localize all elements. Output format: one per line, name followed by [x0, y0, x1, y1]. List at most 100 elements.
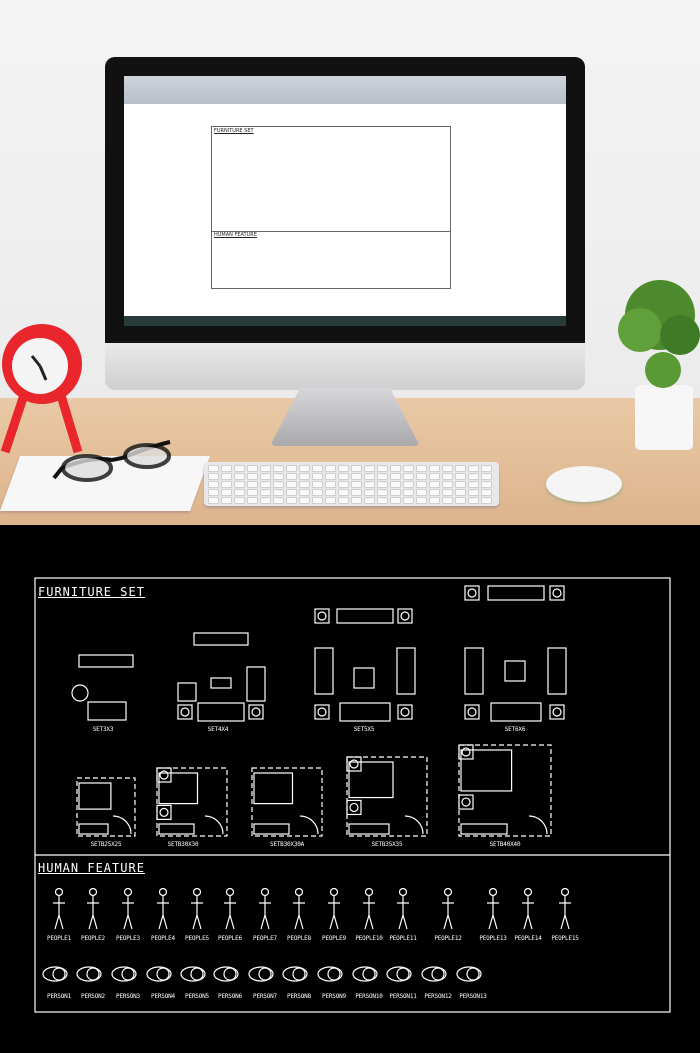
end-table: [177, 704, 193, 720]
key: [416, 497, 427, 504]
key: [286, 473, 297, 480]
sofa: [193, 632, 249, 646]
key: [481, 481, 492, 488]
person-label: PERSON13: [459, 993, 487, 1000]
key: [260, 489, 271, 496]
door-swing: [299, 815, 319, 835]
key: [208, 497, 219, 504]
key: [468, 497, 479, 504]
sofa: [396, 647, 416, 695]
lamp: [552, 707, 562, 717]
sofa: [336, 608, 394, 624]
end-table: [314, 704, 330, 720]
key: [312, 481, 323, 488]
key: [468, 489, 479, 496]
cad-linework: [34, 577, 671, 1013]
person-topview-head: [466, 967, 480, 981]
lamp: [159, 770, 169, 780]
key: [455, 481, 466, 488]
coffee-table: [504, 660, 526, 682]
lamp: [349, 802, 359, 813]
coffee-table: [210, 677, 232, 689]
key: [312, 465, 323, 472]
key: [481, 489, 492, 496]
key: [260, 473, 271, 480]
key: [364, 489, 375, 496]
end-table: [397, 704, 413, 720]
door-swing: [528, 815, 548, 835]
person-topview-head: [223, 967, 237, 981]
key: [273, 481, 284, 488]
key: [390, 497, 401, 504]
human-feature-title: HUMAN FEATURE: [38, 861, 145, 875]
key: [377, 489, 388, 496]
person-standing-figure: [442, 896, 454, 930]
people-label: PEOPLE11: [389, 935, 417, 942]
key: [442, 489, 453, 496]
wardrobe: [253, 823, 290, 835]
person-standing-figure: [87, 896, 99, 930]
key: [364, 481, 375, 488]
key: [351, 473, 362, 480]
key: [429, 489, 440, 496]
key: [429, 481, 440, 488]
living-set-label: SET6X6: [504, 726, 526, 733]
mouse: [546, 466, 622, 502]
key: [260, 497, 271, 504]
key: [377, 473, 388, 480]
person-standing-head: [488, 887, 498, 897]
key: [416, 473, 427, 480]
key: [221, 465, 232, 472]
key: [403, 473, 414, 480]
room-outline: [251, 767, 323, 837]
alarm-clock-icon: [0, 324, 83, 454]
key: [351, 497, 362, 504]
key: [377, 497, 388, 504]
person-topview-head: [431, 967, 445, 981]
person-topview-head: [327, 967, 341, 981]
sofa: [177, 682, 197, 702]
key: [325, 497, 336, 504]
key: [312, 497, 323, 504]
person-standing-figure: [122, 896, 134, 930]
key: [338, 465, 349, 472]
key: [234, 481, 245, 488]
sofa: [197, 702, 245, 722]
key: [260, 465, 271, 472]
person-label: PERSON3: [116, 993, 140, 1000]
person-standing-figure: [522, 896, 534, 930]
person-label: PERSON2: [81, 993, 105, 1000]
room-outline: [76, 777, 136, 837]
monitor-stand: [270, 388, 420, 446]
key: [286, 481, 297, 488]
end-table: [549, 704, 565, 720]
key: [442, 497, 453, 504]
key: [364, 497, 375, 504]
person-label: PERSON8: [287, 993, 311, 1000]
key: [364, 465, 375, 472]
key: [312, 489, 323, 496]
key: [247, 481, 258, 488]
lamp: [400, 707, 410, 717]
armchair: [71, 684, 89, 702]
key: [325, 489, 336, 496]
people-label: PEOPLE15: [551, 935, 579, 942]
key: [299, 473, 310, 480]
key: [481, 497, 492, 504]
key: [455, 473, 466, 480]
keyboard: [204, 462, 499, 506]
key: [325, 481, 336, 488]
key: [351, 481, 362, 488]
key: [468, 465, 479, 472]
key: [221, 489, 232, 496]
key: [390, 473, 401, 480]
key: [468, 481, 479, 488]
end-table: [248, 704, 264, 720]
key: [208, 489, 219, 496]
bedroom-set-label: SETB35X35: [371, 841, 403, 848]
people-label: PEOPLE9: [322, 935, 346, 942]
end-table: [549, 585, 565, 601]
people-label: PEOPLE13: [479, 935, 507, 942]
living-set-label: SET3X3: [92, 726, 114, 733]
key: [312, 473, 323, 480]
